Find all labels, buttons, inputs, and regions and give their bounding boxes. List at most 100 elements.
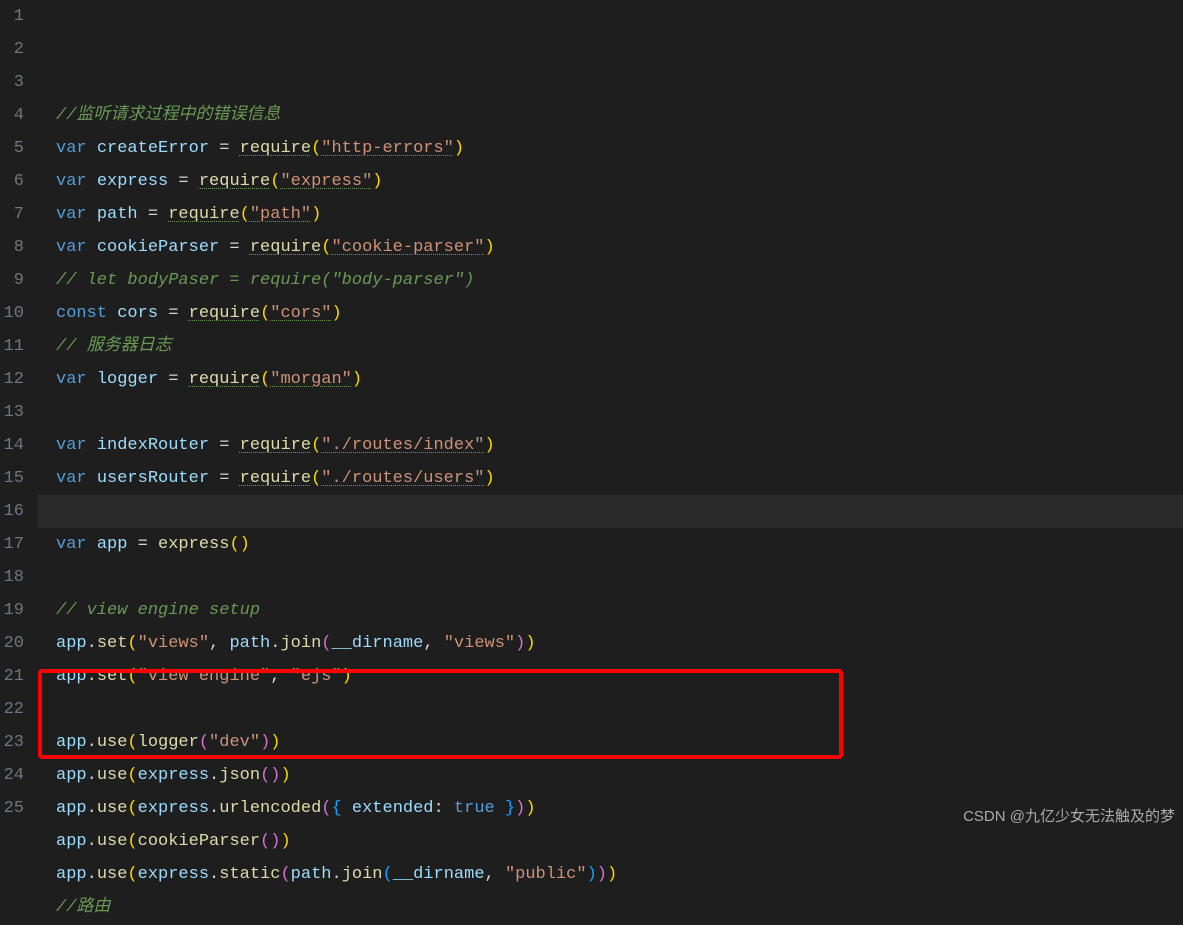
token: createError: [97, 139, 209, 158]
token: ): [597, 865, 607, 884]
code-line[interactable]: app.use(express.json()): [38, 759, 1183, 792]
code-line[interactable]: [38, 693, 1183, 726]
token: .: [87, 634, 97, 653]
token: ): [342, 667, 352, 686]
code-line[interactable]: var app = express(): [38, 528, 1183, 561]
token: use: [97, 832, 128, 851]
token: =: [158, 304, 189, 323]
line-number: 6: [0, 165, 24, 198]
token: ): [485, 469, 495, 488]
token: ): [515, 634, 525, 653]
token: .: [87, 799, 97, 818]
token: "views": [138, 634, 209, 653]
code-line[interactable]: var logger = require("morgan"): [38, 363, 1183, 396]
code-line[interactable]: [38, 495, 1183, 528]
token: (: [321, 799, 331, 818]
token: //路由: [56, 898, 110, 917]
code-line[interactable]: var express = require("express"): [38, 165, 1183, 198]
token: ): [331, 304, 341, 323]
token: "./routes/users": [321, 469, 484, 488]
code-line[interactable]: [38, 396, 1183, 429]
code-line[interactable]: // view engine setup: [38, 594, 1183, 627]
token: usersRouter: [97, 469, 209, 488]
token: .: [331, 865, 341, 884]
code-line[interactable]: var cookieParser = require("cookie-parse…: [38, 231, 1183, 264]
token: ): [270, 766, 280, 785]
code-line[interactable]: var createError = require("http-errors"): [38, 132, 1183, 165]
code-line[interactable]: const cors = require("cors"): [38, 297, 1183, 330]
line-number: 17: [0, 528, 24, 561]
code-line[interactable]: var indexRouter = require("./routes/inde…: [38, 429, 1183, 462]
token: (: [311, 469, 321, 488]
code-line[interactable]: app.set("views", path.join(__dirname, "v…: [38, 627, 1183, 660]
token: require: [189, 370, 260, 389]
token: (: [321, 238, 331, 257]
token: var: [56, 469, 97, 488]
token: set: [97, 634, 128, 653]
token: ): [525, 634, 535, 653]
token: (: [270, 172, 280, 191]
token: static: [219, 865, 280, 884]
token: app: [56, 766, 87, 785]
token: logger: [138, 733, 199, 752]
line-number: 22: [0, 693, 24, 726]
line-number: 9: [0, 264, 24, 297]
token: ): [485, 436, 495, 455]
line-number: 14: [0, 429, 24, 462]
token: app: [56, 799, 87, 818]
line-number: 15: [0, 462, 24, 495]
line-number: 12: [0, 363, 24, 396]
token: var: [56, 172, 97, 191]
token: ): [270, 832, 280, 851]
token: .: [87, 766, 97, 785]
token: "cors": [270, 304, 331, 323]
token: // let bodyPaser = require("body-parser"…: [56, 271, 474, 290]
token: app: [97, 535, 128, 554]
code-line[interactable]: app.use(logger("dev")): [38, 726, 1183, 759]
token: (: [321, 634, 331, 653]
token: "view engine": [138, 667, 271, 686]
code-line[interactable]: app.set("view engine", "ejs"): [38, 660, 1183, 693]
token: json: [219, 766, 260, 785]
token: (: [383, 865, 393, 884]
code-line[interactable]: app.use(express.static(path.join(__dirna…: [38, 858, 1183, 891]
token: join: [280, 634, 321, 653]
token: (: [311, 139, 321, 158]
code-line[interactable]: //路由: [38, 891, 1183, 924]
code-area[interactable]: //监听请求过程中的错误信息var createError = require(…: [38, 0, 1183, 837]
token: ,: [423, 634, 443, 653]
token: ): [587, 865, 597, 884]
token: require: [240, 469, 311, 488]
token: // 服务器日志: [56, 337, 172, 356]
token: true: [454, 799, 495, 818]
token: "path": [250, 205, 311, 224]
code-editor[interactable]: 1234567891011121314151617181920212223242…: [0, 0, 1183, 837]
token: app: [56, 667, 87, 686]
token: ): [372, 172, 382, 191]
code-line[interactable]: //监听请求过程中的错误信息: [38, 99, 1183, 132]
token: (: [127, 766, 137, 785]
code-line[interactable]: [38, 561, 1183, 594]
token: ): [280, 832, 290, 851]
line-number: 21: [0, 660, 24, 693]
token: var: [56, 238, 97, 257]
line-number: 11: [0, 330, 24, 363]
token: .: [87, 832, 97, 851]
token: (: [260, 832, 270, 851]
token: (: [127, 832, 137, 851]
token: ): [454, 139, 464, 158]
token: set: [97, 667, 128, 686]
token: (: [199, 733, 209, 752]
code-line[interactable]: var usersRouter = require("./routes/user…: [38, 462, 1183, 495]
token: cookieParser: [138, 832, 260, 851]
token: }: [495, 799, 515, 818]
line-number: 10: [0, 297, 24, 330]
code-line[interactable]: // 服务器日志: [38, 330, 1183, 363]
token: //监听请求过程中的错误信息: [56, 106, 280, 125]
token: "cookie-parser": [331, 238, 484, 257]
code-line[interactable]: var path = require("path"): [38, 198, 1183, 231]
code-line[interactable]: // let bodyPaser = require("body-parser"…: [38, 264, 1183, 297]
token: (: [127, 634, 137, 653]
token: ): [352, 370, 362, 389]
token: require: [168, 205, 239, 224]
